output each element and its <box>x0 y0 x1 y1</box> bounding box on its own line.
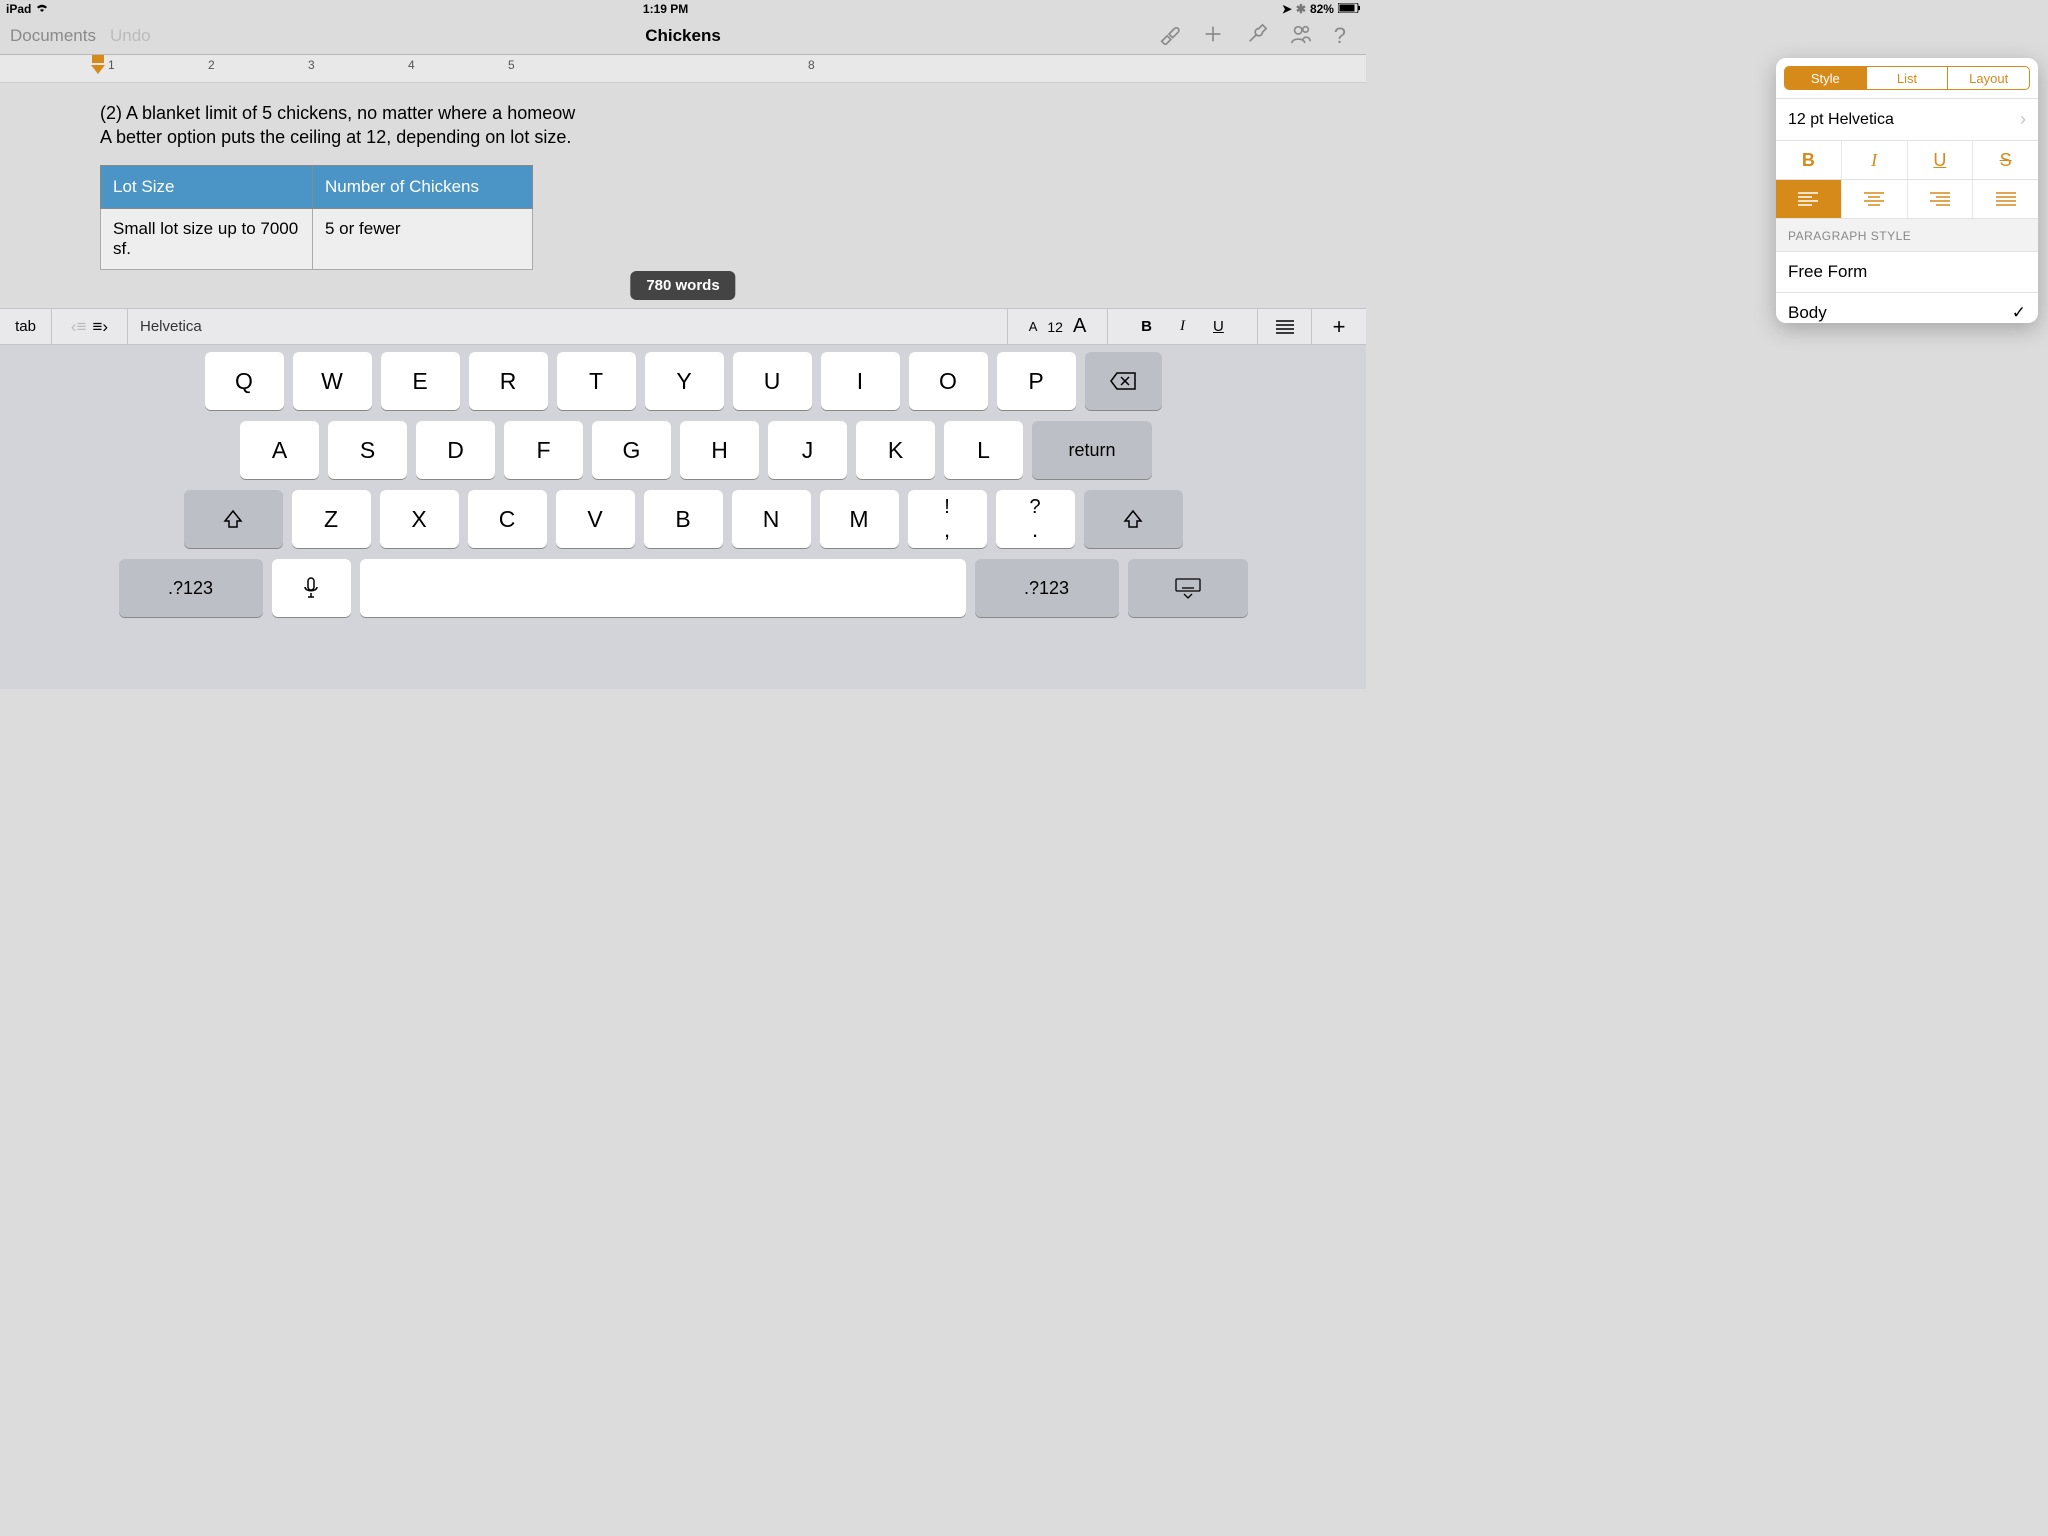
italic-button[interactable]: I <box>1841 141 1907 179</box>
numeric-key-right[interactable]: .?123 <box>975 559 1119 617</box>
ruler-indent-marker[interactable] <box>91 65 105 74</box>
key-y[interactable]: Y <box>645 352 724 410</box>
key-f[interactable]: F <box>504 421 583 479</box>
tab-list[interactable]: List <box>1866 67 1948 89</box>
key-o[interactable]: O <box>909 352 988 410</box>
key-u[interactable]: U <box>733 352 812 410</box>
backspace-key[interactable] <box>1085 352 1162 410</box>
key-n[interactable]: N <box>732 490 811 548</box>
underline-shortcut[interactable]: U <box>1213 318 1224 335</box>
key-x[interactable]: X <box>380 490 459 548</box>
key-m[interactable]: M <box>820 490 899 548</box>
documents-button[interactable]: Documents <box>10 26 96 46</box>
key-z[interactable]: Z <box>292 490 371 548</box>
body-text-line[interactable]: (2) A blanket limit of 5 chickens, no ma… <box>100 101 1366 125</box>
italic-shortcut[interactable]: I <box>1180 318 1185 335</box>
outdent-icon[interactable]: ‹≡ <box>71 317 87 337</box>
key-t[interactable]: T <box>557 352 636 410</box>
return-key[interactable]: return <box>1032 421 1152 479</box>
add-icon[interactable] <box>1202 23 1224 50</box>
chevron-right-icon: › <box>2020 109 2026 130</box>
space-key[interactable] <box>360 559 966 617</box>
key-d[interactable]: D <box>416 421 495 479</box>
share-people-icon[interactable] <box>1290 23 1312 50</box>
add-shortcut[interactable]: + <box>1312 309 1366 344</box>
indent-buttons[interactable]: ‹≡ ≡› <box>52 309 128 344</box>
table-header[interactable]: Number of Chickens <box>313 165 533 208</box>
bold-shortcut[interactable]: B <box>1141 318 1152 335</box>
tab-key-button[interactable]: tab <box>0 309 52 344</box>
key-period[interactable]: ?. <box>996 490 1075 548</box>
format-brush-icon[interactable] <box>1158 23 1180 50</box>
key-comma[interactable]: !, <box>908 490 987 548</box>
key-c[interactable]: C <box>468 490 547 548</box>
app-toolbar: Documents Undo Chickens ? <box>0 18 1366 55</box>
shift-key-right[interactable] <box>1084 490 1183 548</box>
numeric-key-left[interactable]: .?123 <box>119 559 263 617</box>
table-cell[interactable]: Small lot size up to 7000 sf. <box>101 208 313 269</box>
align-justify-button[interactable] <box>1972 180 2038 218</box>
align-right-button[interactable] <box>1907 180 1973 218</box>
document-table[interactable]: Lot Size Number of Chickens Small lot si… <box>100 165 533 270</box>
tab-style[interactable]: Style <box>1785 67 1866 89</box>
tab-layout[interactable]: Layout <box>1947 67 2029 89</box>
hide-keyboard-key[interactable] <box>1128 559 1248 617</box>
key-w[interactable]: W <box>293 352 372 410</box>
key-s[interactable]: S <box>328 421 407 479</box>
key-a[interactable]: A <box>240 421 319 479</box>
undo-button[interactable]: Undo <box>110 26 151 46</box>
key-v[interactable]: V <box>556 490 635 548</box>
key-h[interactable]: H <box>680 421 759 479</box>
font-picker-row[interactable]: 12 pt Helvetica › <box>1776 98 2038 140</box>
underline-button[interactable]: U <box>1907 141 1973 179</box>
shift-key-left[interactable] <box>184 490 283 548</box>
key-e[interactable]: E <box>381 352 460 410</box>
onscreen-keyboard: Q W E R T Y U I O P A S D F G H J K L re… <box>0 345 1366 689</box>
indent-icon[interactable]: ≡› <box>93 317 109 337</box>
format-popover: Style List Layout 12 pt Helvetica › B I … <box>1776 58 2038 323</box>
font-name-button[interactable]: Helvetica <box>128 309 1008 344</box>
paragraph-style-free-form[interactable]: Free Form <box>1776 251 2038 292</box>
key-j[interactable]: J <box>768 421 847 479</box>
align-left-button[interactable] <box>1776 180 1841 218</box>
key-b[interactable]: B <box>644 490 723 548</box>
ruler-margin-marker[interactable] <box>92 55 104 63</box>
key-g[interactable]: G <box>592 421 671 479</box>
key-k[interactable]: K <box>856 421 935 479</box>
body-text-line[interactable]: A better option puts the ceiling at 12, … <box>100 125 1366 149</box>
key-q[interactable]: Q <box>205 352 284 410</box>
align-shortcut[interactable] <box>1258 309 1312 344</box>
device-label: iPad <box>6 2 31 16</box>
font-size-stepper[interactable]: A 12 A <box>1008 309 1108 344</box>
paragraph-style-body[interactable]: Body✓ <box>1776 292 2038 323</box>
battery-percent: 82% <box>1310 2 1334 16</box>
keyboard-shortcut-bar: tab ‹≡ ≡› Helvetica A 12 A B I U + <box>0 308 1366 345</box>
table-cell[interactable]: 5 or fewer <box>313 208 533 269</box>
bold-button[interactable]: B <box>1776 141 1841 179</box>
status-bar: iPad 1:19 PM ➤ ✱ 82% <box>0 0 1366 18</box>
key-r[interactable]: R <box>469 352 548 410</box>
clock: 1:19 PM <box>643 2 688 16</box>
check-icon: ✓ <box>2012 303 2026 323</box>
ruler[interactable]: 1 2 3 4 5 8 <box>0 55 1366 83</box>
location-icon: ➤ <box>1282 2 1292 16</box>
align-center-button[interactable] <box>1841 180 1907 218</box>
word-count-badge[interactable]: 780 words <box>630 271 735 300</box>
key-p[interactable]: P <box>997 352 1076 410</box>
bluetooth-icon: ✱ <box>1296 2 1306 16</box>
paragraph-style-header: PARAGRAPH STYLE <box>1776 218 2038 251</box>
wifi-icon <box>35 2 49 16</box>
battery-icon <box>1338 2 1360 16</box>
dictation-key[interactable] <box>272 559 351 617</box>
document-canvas[interactable]: (2) A blanket limit of 5 chickens, no ma… <box>0 83 1366 308</box>
strikethrough-button[interactable]: S <box>1972 141 2038 179</box>
key-l[interactable]: L <box>944 421 1023 479</box>
document-title: Chickens <box>645 26 721 46</box>
key-i[interactable]: I <box>821 352 900 410</box>
wrench-icon[interactable] <box>1246 23 1268 50</box>
table-header[interactable]: Lot Size <box>101 165 313 208</box>
help-icon[interactable]: ? <box>1334 23 1346 49</box>
